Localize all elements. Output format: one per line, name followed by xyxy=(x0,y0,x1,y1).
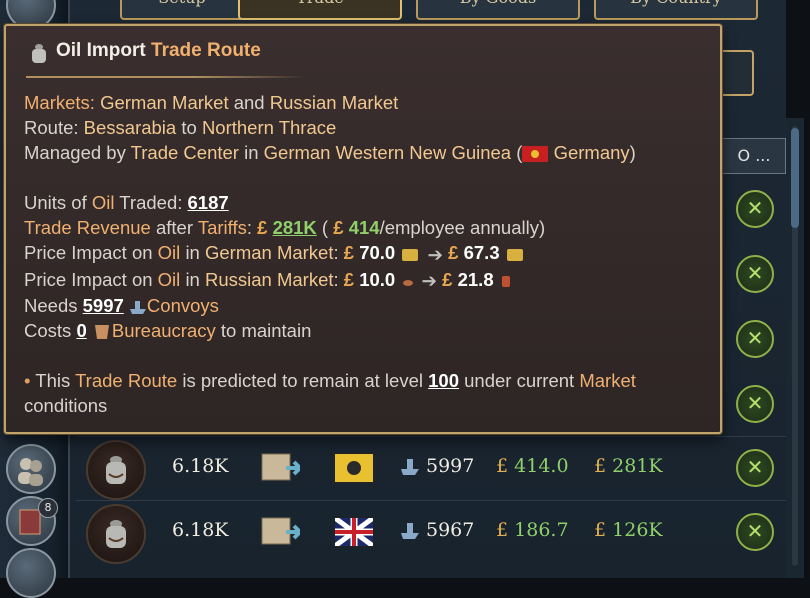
revenue-line: Trade Revenue after Tariffs: £ 281K ( £ … xyxy=(24,217,546,238)
cancel-route-button[interactable]: ✕ xyxy=(736,190,774,228)
trade-route-row[interactable]: 6.18K 5997 £ 414.0 £ 281K ✕ xyxy=(76,436,786,500)
import-crate-icon xyxy=(261,453,300,481)
import-crate-icon xyxy=(261,517,300,545)
oil-barrel-icon xyxy=(32,44,46,63)
arrow-right-icon: ➔ xyxy=(421,270,438,292)
russia-flag-icon xyxy=(334,453,374,483)
notification-count-badge: 8 xyxy=(38,498,58,518)
tab-by-country[interactable]: By Country xyxy=(594,0,758,20)
tab-by-goods[interactable]: By Goods xyxy=(416,0,580,20)
people-icon xyxy=(18,458,43,486)
oil-goods-icon xyxy=(86,504,146,564)
markets-line: Markets: German Market and Russian Marke… xyxy=(24,92,399,113)
price-impact-german: Price Impact on Oil in German Market: £ … xyxy=(24,240,714,267)
cancel-route-button[interactable]: ✕ xyxy=(736,320,774,358)
scrollbar[interactable] xyxy=(786,118,804,578)
cancel-route-button[interactable]: ✕ xyxy=(736,255,774,293)
convoy-icon xyxy=(129,301,146,315)
units-line: Units of Oil Traded: 6187 xyxy=(24,192,229,213)
convoys-count: 5967 xyxy=(426,519,475,541)
sidebar-button-bottom[interactable] xyxy=(6,548,56,598)
trade-revenue: £ 281K xyxy=(594,455,663,477)
cancel-route-button[interactable]: ✕ xyxy=(736,449,774,487)
units-traded: 6.18K xyxy=(172,519,229,541)
coins-icon xyxy=(506,249,523,262)
tab-setup[interactable]: Setup xyxy=(120,0,244,20)
trade-route-tooltip: Oil Import Trade Route Markets: German M… xyxy=(4,24,722,434)
sidebar-button-people[interactable] xyxy=(6,444,56,494)
coins-icon xyxy=(402,249,419,262)
title-divider xyxy=(26,76,306,78)
tooltip-body: Markets: German Market and Russian Marke… xyxy=(24,90,714,418)
bureaucracy-scroll-icon xyxy=(94,325,109,340)
units-traded: 6.18K xyxy=(172,455,229,477)
revenue-per-employee: £ 414.0 xyxy=(496,455,569,477)
sort-button[interactable]: O ... xyxy=(722,138,786,174)
prediction-line-2: conditions xyxy=(24,395,108,417)
cancel-route-button[interactable]: ✕ xyxy=(736,513,774,551)
managed-line: Managed by Trade Center in German Wester… xyxy=(24,142,636,163)
coin-stack-icon xyxy=(501,275,510,287)
revenue-per-employee: £ 186.7 xyxy=(496,519,569,541)
convoys-count: 5997 xyxy=(426,455,475,477)
needs-line: Needs 5997 Convoys xyxy=(24,295,219,317)
convoy-icon xyxy=(401,459,419,475)
trade-revenue: £ 126K xyxy=(594,519,663,541)
uk-flag-icon xyxy=(334,517,374,547)
tooltip-title: Oil Import Trade Route xyxy=(56,40,261,61)
tab-trade[interactable]: Trade xyxy=(238,0,402,20)
trade-route-row[interactable]: 6.18K 5967 £ 186.7 £ 126K ✕ xyxy=(76,500,786,564)
scrollbar-thumb[interactable] xyxy=(791,128,799,228)
germany-flag-icon xyxy=(522,146,549,163)
prediction-line: • This Trade Route is predicted to remai… xyxy=(24,370,636,392)
small-coin-icon xyxy=(403,279,414,286)
price-impact-russian: Price Impact on Oil in Russian Market: £… xyxy=(24,267,714,294)
costs-line: Costs 0 Bureaucracy to maintain xyxy=(24,320,312,342)
arrow-right-icon: ➔ xyxy=(427,243,444,265)
cancel-route-button[interactable]: ✕ xyxy=(736,385,774,423)
convoy-icon xyxy=(401,523,419,539)
route-line: Route: Bessarabia to Northern Thrace xyxy=(24,117,337,138)
oil-goods-icon xyxy=(86,440,146,500)
